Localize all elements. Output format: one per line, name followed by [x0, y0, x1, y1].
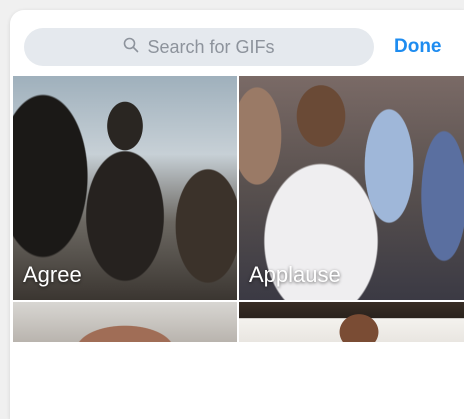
gif-label: Applause [249, 262, 341, 287]
gif-tile-agree[interactable]: Agree [13, 76, 237, 300]
gif-picker-footer [10, 342, 464, 419]
gif-tile[interactable] [239, 302, 464, 342]
gif-tile[interactable] [13, 302, 237, 342]
search-input[interactable]: Search for GIFs [24, 28, 374, 66]
gif-tile-applause[interactable]: Applause [239, 76, 464, 300]
gif-label: Agree [23, 262, 82, 287]
gif-picker-header: Search for GIFs Done [10, 10, 464, 80]
gif-picker-panel: Search for GIFs Done Agree Applause [10, 10, 464, 419]
done-button[interactable]: Done [394, 36, 442, 58]
search-placeholder: Search for GIFs [147, 36, 275, 57]
search-icon [123, 37, 139, 58]
